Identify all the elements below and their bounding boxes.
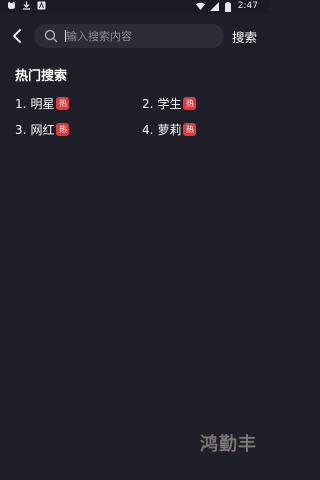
search-box[interactable]	[34, 24, 224, 48]
status-left-icons	[7, 1, 46, 10]
signal-icon	[209, 2, 219, 11]
chevron-left-icon	[13, 29, 21, 43]
status-right-icons: 2:47	[195, 1, 258, 12]
hot-search-item-1[interactable]: 1. 明星 热	[15, 95, 70, 112]
hot-badge: 热	[183, 123, 197, 136]
hot-search-title: 热门搜索	[15, 69, 68, 84]
hot-item-rank: 3.	[15, 122, 27, 137]
download-icon	[22, 1, 31, 10]
search-input[interactable]	[66, 27, 216, 45]
app-a-icon	[37, 1, 46, 10]
search-icon	[44, 29, 58, 43]
hot-search-item-4[interactable]: 4. 萝莉 热	[142, 121, 197, 138]
hot-badge: 热	[183, 97, 197, 110]
hot-item-label: 明星	[30, 97, 55, 111]
hot-search-item-3[interactable]: 3. 网红 热	[15, 121, 70, 138]
watermark: 鸿勤丰	[200, 434, 257, 455]
hot-item-label: 网红	[30, 123, 55, 137]
hot-search-item-2[interactable]: 2. 学生 热	[142, 95, 197, 112]
search-header: 搜索	[0, 14, 270, 58]
hot-item-label: 学生	[157, 97, 182, 111]
status-bar: 2:47	[0, 0, 270, 14]
hot-badge: 热	[56, 123, 70, 136]
hot-item-rank: 4.	[142, 122, 154, 137]
hot-item-rank: 2.	[142, 96, 154, 111]
hot-badge: 热	[56, 97, 70, 110]
status-time: 2:47	[237, 1, 258, 11]
battery-icon	[224, 1, 233, 12]
hot-item-rank: 1.	[15, 96, 27, 111]
hot-item-label: 萝莉	[157, 123, 182, 137]
back-button[interactable]	[8, 27, 26, 45]
cat-notification-icon	[7, 1, 16, 10]
search-button[interactable]: 搜索	[232, 27, 257, 46]
wifi-icon	[195, 2, 205, 11]
